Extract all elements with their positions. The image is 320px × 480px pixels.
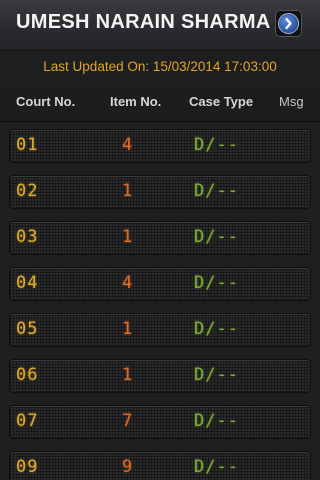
chevron-right-glyph — [285, 17, 292, 30]
table-header: Court No. Item No. Case Type Msg — [0, 85, 320, 122]
court-no-cell: 06 — [16, 365, 39, 385]
item-no-cell: 9 — [122, 457, 134, 477]
court-no-cell: 09 — [16, 457, 39, 477]
column-header-court-no: Court No. — [16, 94, 76, 109]
table-row[interactable]: 07 7 D/-- — [10, 406, 310, 438]
case-type-cell: D/-- — [194, 411, 239, 431]
last-updated-text: Last Updated On: 15/03/2014 17:03:00 — [43, 59, 277, 74]
column-header-item-no: Item No. — [110, 94, 162, 109]
title-bar: UMESH NARAIN SHARMA — [0, 0, 320, 51]
case-type-cell: D/-- — [194, 457, 239, 477]
table-row[interactable]: 02 1 D/-- — [10, 176, 310, 208]
item-no-cell: 4 — [122, 273, 134, 293]
case-type-cell: D/-- — [194, 181, 239, 201]
court-no-cell: 07 — [16, 411, 39, 431]
item-no-cell: 4 — [122, 135, 134, 155]
item-no-cell: 1 — [122, 181, 134, 201]
case-type-cell: D/-- — [194, 227, 239, 247]
column-header-msg: Msg — [279, 94, 304, 109]
item-no-cell: 1 — [122, 319, 134, 339]
case-type-cell: D/-- — [194, 273, 239, 293]
case-type-cell: D/-- — [194, 135, 239, 155]
court-no-cell: 01 — [16, 135, 39, 155]
court-no-cell: 02 — [16, 181, 39, 201]
court-no-cell: 05 — [16, 319, 39, 339]
court-no-cell: 04 — [16, 273, 39, 293]
table-row[interactable]: 05 1 D/-- — [10, 314, 310, 346]
case-type-cell: D/-- — [194, 365, 239, 385]
column-header-case-type: Case Type — [189, 94, 254, 109]
court-no-cell: 03 — [16, 227, 39, 247]
table-row[interactable]: 06 1 D/-- — [10, 360, 310, 392]
table-row[interactable]: 03 1 D/-- — [10, 222, 310, 254]
table-row[interactable]: 04 4 D/-- — [10, 268, 310, 300]
next-button[interactable] — [275, 10, 302, 37]
app-screen: UMESH NARAIN SHARMA Last Updated On: 15/… — [0, 0, 320, 480]
case-type-cell: D/-- — [194, 319, 239, 339]
table-row[interactable]: 01 4 D/-- — [10, 130, 310, 162]
item-no-cell: 1 — [122, 227, 134, 247]
page-title: UMESH NARAIN SHARMA — [16, 11, 271, 33]
last-updated-bar: Last Updated On: 15/03/2014 17:03:00 — [0, 51, 320, 83]
table-row[interactable]: 09 9 D/-- — [10, 452, 310, 480]
item-no-cell: 7 — [122, 411, 134, 431]
item-no-cell: 1 — [122, 365, 134, 385]
